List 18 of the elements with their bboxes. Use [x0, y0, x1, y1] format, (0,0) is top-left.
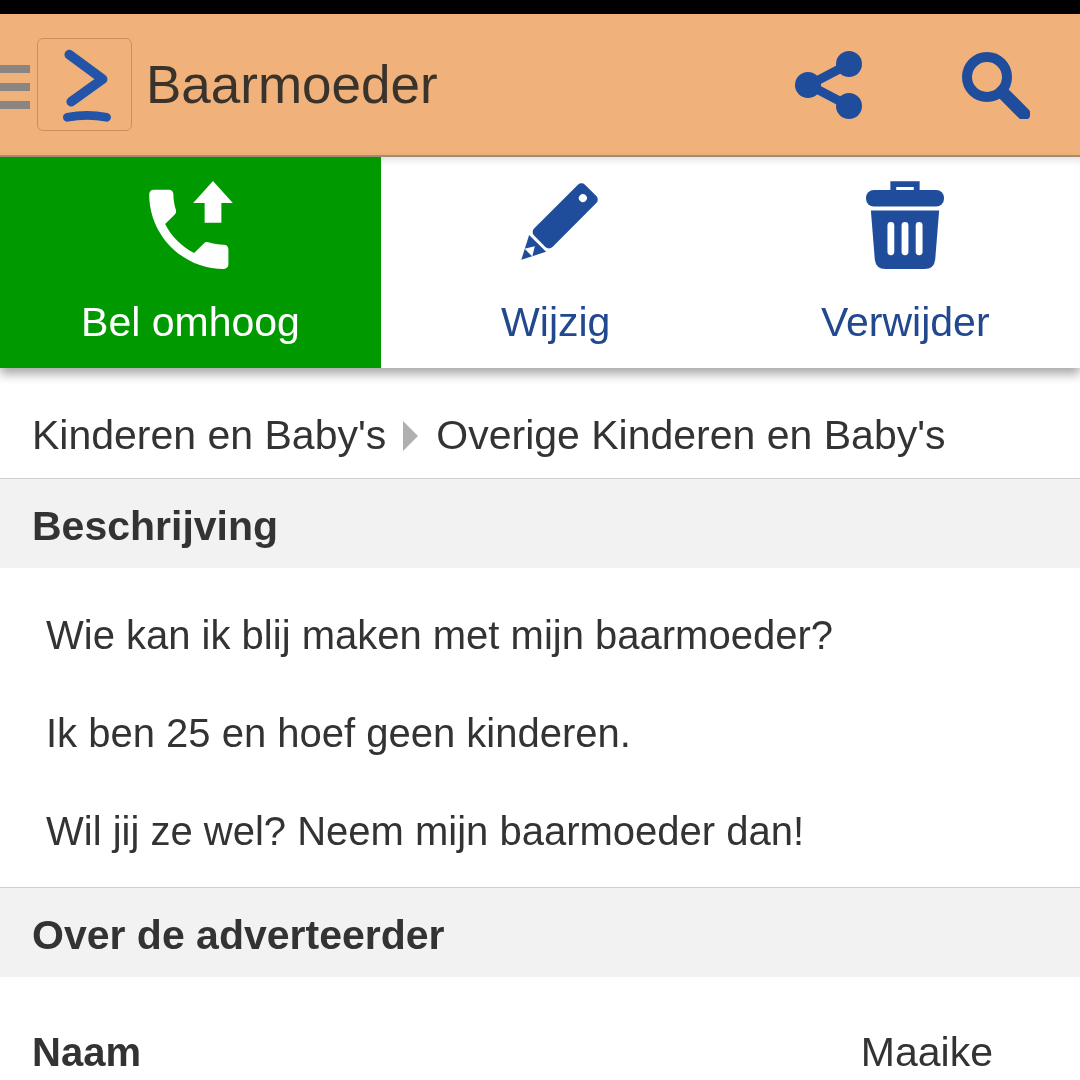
caret-right-icon	[403, 421, 419, 451]
search-icon[interactable]	[960, 50, 1030, 119]
breadcrumb-link[interactable]: Overige Kinderen en Baby's	[436, 411, 946, 459]
breadcrumb-link[interactable]: Kinderen en Baby's	[32, 411, 387, 459]
call-up-button[interactable]: Bel omhoog	[0, 157, 381, 368]
edit-button[interactable]: Wijzig	[381, 157, 731, 368]
field-label: Naam	[32, 1029, 141, 1075]
description-text: Wil jij ze wel? Neem mijn baarmoeder dan!	[46, 808, 806, 855]
section-header: Beschrijving	[0, 479, 1080, 568]
description-text: Wie kan ik blij maken met mijn baarmoeder?	[46, 612, 834, 659]
description-text: Ik ben 25 en hoef geen kinderen.	[46, 710, 632, 757]
field-value: Maaike	[860, 1029, 993, 1075]
share-icon[interactable]	[795, 50, 863, 119]
section-header: Over de adverteerder	[0, 888, 1080, 977]
trash-icon	[866, 180, 945, 270]
delete-button[interactable]: Verwijder	[730, 157, 1080, 368]
app-title: Baarmoeder	[146, 54, 438, 115]
app-logo-icon	[37, 38, 132, 131]
